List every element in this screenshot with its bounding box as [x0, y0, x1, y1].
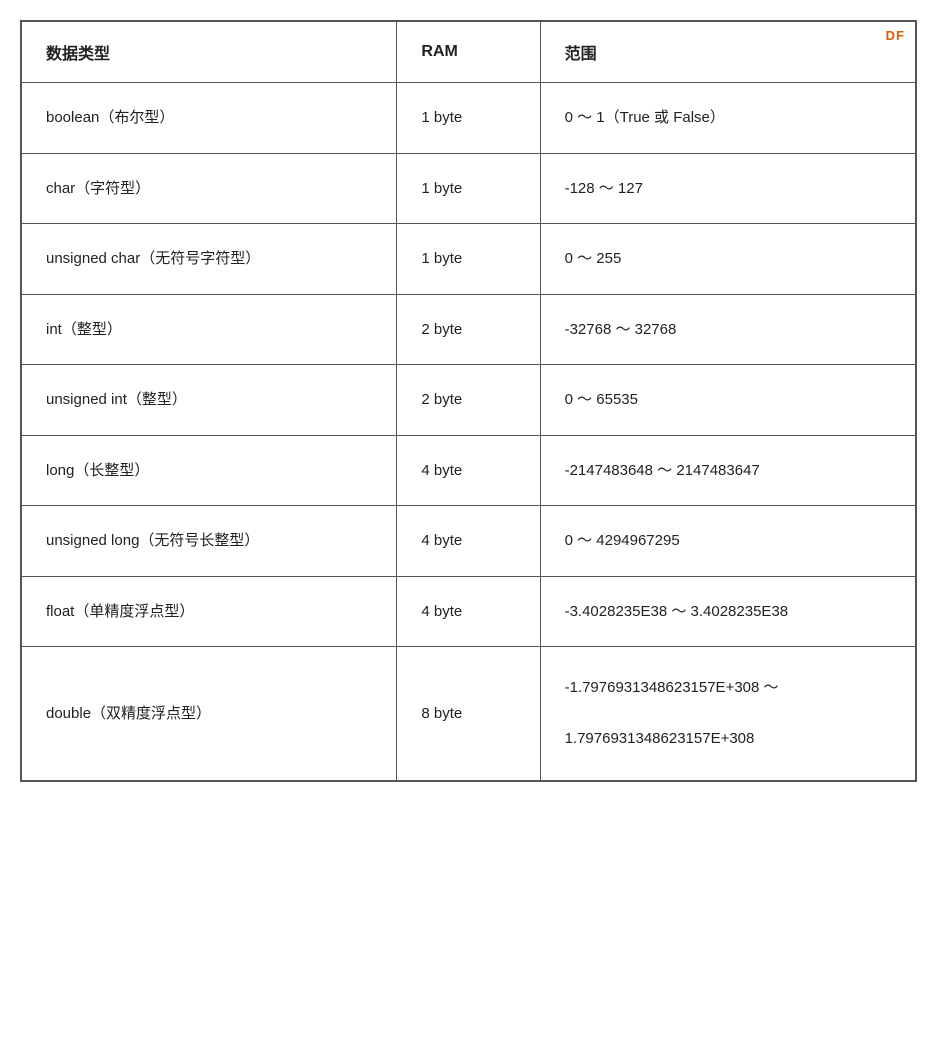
cell-type: float（单精度浮点型） [21, 576, 397, 647]
data-types-table: 数据类型 RAM 范围 boolean（布尔型）1 byte0 ～ 1（True… [20, 20, 917, 782]
cell-type: long（长整型） [21, 435, 397, 506]
cell-ram: 4 byte [397, 506, 540, 577]
cell-range: -1.7976931348623157E+308 ～ 1.797693134862… [540, 647, 916, 781]
table-row: unsigned long（无符号长整型）4 byte0 ～ 429496729… [21, 506, 916, 577]
header-type: 数据类型 [21, 21, 397, 83]
cell-range: -128 ～ 127 [540, 153, 916, 224]
cell-ram: 1 byte [397, 83, 540, 154]
table-row: char（字符型）1 byte-128 ～ 127 [21, 153, 916, 224]
cell-ram: 1 byte [397, 224, 540, 295]
table-row: unsigned int（整型）2 byte0 ～ 65535 [21, 365, 916, 436]
table-row: double（双精度浮点型）8 byte-1.7976931348623157E… [21, 647, 916, 781]
range-line2: 1.7976931348623157E+308 [565, 730, 755, 747]
table-row: int（整型）2 byte-32768 ～ 32768 [21, 294, 916, 365]
cell-ram: 8 byte [397, 647, 540, 781]
cell-range: -2147483648 ～ 2147483647 [540, 435, 916, 506]
cell-type: int（整型） [21, 294, 397, 365]
cell-range: 0 ～ 65535 [540, 365, 916, 436]
header-ram: RAM [397, 21, 540, 83]
cell-range: -3.4028235E38 ～ 3.4028235E38 [540, 576, 916, 647]
cell-type: char（字符型） [21, 153, 397, 224]
table-row: unsigned char（无符号字符型）1 byte0 ～ 255 [21, 224, 916, 295]
cell-range: 0 ～ 255 [540, 224, 916, 295]
table-row: boolean（布尔型）1 byte0 ～ 1（True 或 False） [21, 83, 916, 154]
cell-type: unsigned char（无符号字符型） [21, 224, 397, 295]
cell-type: double（双精度浮点型） [21, 647, 397, 781]
cell-ram: 4 byte [397, 435, 540, 506]
cell-type: unsigned long（无符号长整型） [21, 506, 397, 577]
cell-type: unsigned int（整型） [21, 365, 397, 436]
table-row: float（单精度浮点型）4 byte-3.4028235E38 ～ 3.402… [21, 576, 916, 647]
header-range: 范围 [540, 21, 916, 83]
cell-range: 0 ～ 1（True 或 False） [540, 83, 916, 154]
cell-ram: 2 byte [397, 294, 540, 365]
cell-range: -32768 ～ 32768 [540, 294, 916, 365]
page-wrapper: DF 数据类型 RAM 范围 boolean（布尔型）1 byte0 ～ 1（T… [20, 20, 917, 782]
watermark-label: DF [886, 28, 905, 43]
cell-ram: 1 byte [397, 153, 540, 224]
cell-range: 0 ～ 4294967295 [540, 506, 916, 577]
cell-ram: 2 byte [397, 365, 540, 436]
range-line1: -1.7976931348623157E+308 ～ [565, 679, 779, 696]
table-row: long（长整型）4 byte-2147483648 ～ 2147483647 [21, 435, 916, 506]
cell-type: boolean（布尔型） [21, 83, 397, 154]
table-header-row: 数据类型 RAM 范围 [21, 21, 916, 83]
cell-ram: 4 byte [397, 576, 540, 647]
